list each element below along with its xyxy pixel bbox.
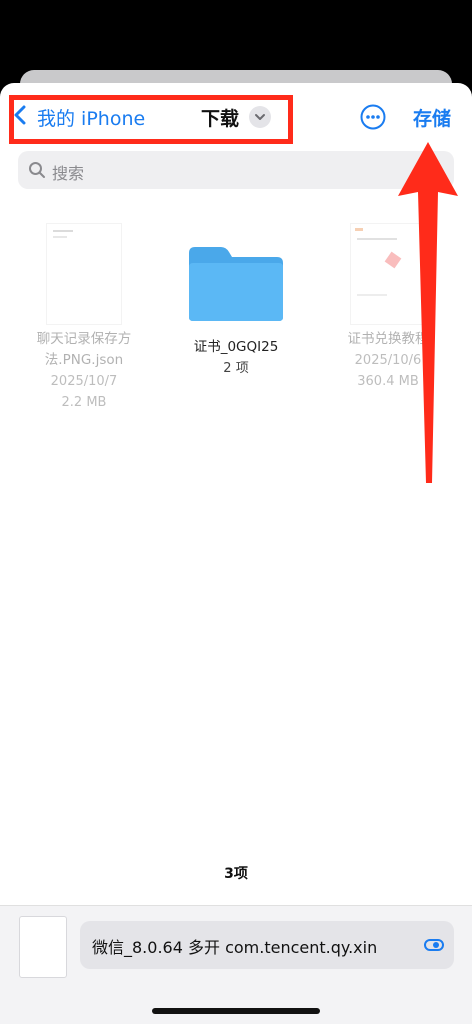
file-thumbnail — [46, 223, 122, 325]
file-name-line2: 法.PNG.json — [44, 352, 124, 368]
search-icon — [29, 162, 45, 178]
tag-icon[interactable] — [424, 937, 444, 953]
save-button[interactable]: 存储 — [413, 104, 451, 131]
file-name: 聊天记录保存方 — [36, 331, 132, 347]
folder-item-count: 2 项 — [223, 361, 249, 376]
document-thumbnail — [19, 916, 67, 978]
file-item-chat-record[interactable]: 聊天记录保存方 法.PNG.json 2025/10/7 2.2 MB — [14, 223, 154, 413]
item-count-label: 3项 — [224, 866, 248, 882]
filename-field[interactable]: 微信_8.0.64 多开 com.tencent.qy.xin — [80, 921, 454, 969]
search-input[interactable]: 搜索 — [18, 151, 454, 189]
search-placeholder: 搜索 — [52, 164, 85, 183]
bottom-save-bar: 微信_8.0.64 多开 com.tencent.qy.xin — [0, 905, 472, 1024]
home-indicator — [152, 1008, 320, 1014]
folder-item-certificate[interactable]: 证书_0GQI25 2 项 — [166, 223, 306, 379]
filename-text: 微信_8.0.64 多开 com.tencent.qy.xin — [92, 938, 378, 957]
annotation-arrow — [398, 142, 458, 483]
folder-name: 证书_0GQI25 — [193, 339, 279, 355]
nav-header: 我的 iPhone 下载 存储 — [0, 83, 472, 144]
annotation-highlight-box — [9, 95, 293, 144]
file-date: 2025/10/7 — [50, 374, 118, 389]
folder-icon — [189, 247, 283, 321]
more-options-icon[interactable] — [360, 104, 386, 130]
file-size: 2.2 MB — [61, 395, 107, 410]
